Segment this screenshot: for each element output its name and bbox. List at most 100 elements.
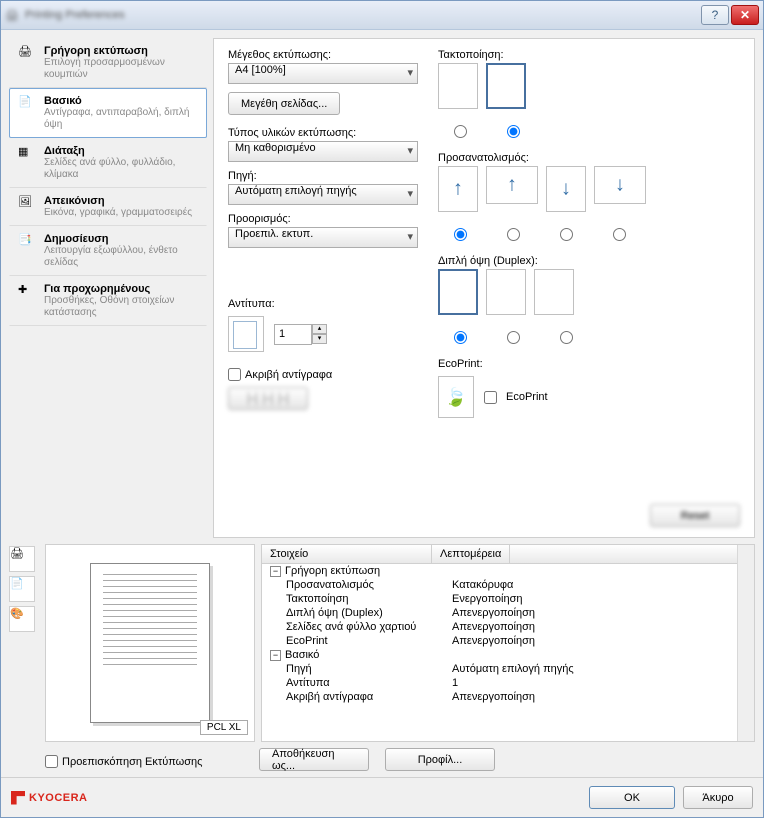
pcl-tag: PCL XL (200, 720, 248, 735)
orientation-radio-2[interactable] (507, 228, 520, 241)
collate-on-radio[interactable] (507, 125, 520, 138)
quick-print-icon: 🖨 (18, 45, 38, 65)
duplex-long-thumb[interactable] (486, 269, 526, 315)
sidebar-item-imaging[interactable]: 🖼 Απεικόνιση Εικόνα, γραφικά, γραμματοσε… (9, 188, 207, 226)
sidebar-title: Για προχωρημένους (44, 283, 198, 295)
exact-copies-label: Ακριβή αντίγραφα (245, 369, 332, 381)
profile-button[interactable]: Προφίλ... (385, 748, 495, 771)
details-col-detail: Λεπτομέρεια (432, 545, 510, 563)
source-select[interactable]: Αυτόματη επιλογή πηγής (228, 184, 418, 205)
portrait-thumb[interactable] (438, 166, 478, 212)
duplex-radio-2[interactable] (507, 331, 520, 344)
brand-logo: KYOCERA (11, 791, 88, 805)
sidebar-item-basic[interactable]: 📄 Βασικό Αντίγραφα, αντιπαραβολή, διπλή … (9, 88, 207, 138)
sidebar-desc: Αντίγραφα, αντιπαραβολή, διπλή όψη (44, 107, 198, 131)
portrait-flip-thumb[interactable] (546, 166, 586, 212)
spin-down[interactable]: ▾ (312, 334, 327, 344)
media-type-select[interactable]: Μη καθορισμένο (228, 141, 418, 162)
sidebar-item-quick-print[interactable]: 🖨 Γρήγορη εκτύπωση Επιλογή προσαρμοσμένω… (9, 38, 207, 88)
collate-copies-button[interactable]: ├┤├┤├┤ (228, 387, 308, 410)
ecoprint-checkbox-label: EcoPrint (506, 391, 548, 403)
preview-box: PCL XL (45, 544, 255, 742)
copies-label: Αντίτυπα: (228, 298, 418, 310)
layout-icon: ▦ (18, 145, 38, 165)
close-button[interactable]: ✕ (731, 5, 759, 25)
copies-spinner[interactable]: ▴ ▾ (274, 324, 328, 345)
media-type-label: Τύπος υλικών εκτύπωσης: (228, 127, 418, 139)
detail-row: ΠηγήΑυτόματη επιλογή πηγής (262, 662, 737, 676)
preview-mode-color[interactable]: 🎨 (9, 606, 35, 632)
duplex-label: Διπλή όψη (Duplex): (438, 255, 740, 267)
window-icon: 🖨 (5, 9, 19, 22)
orientation-radio-4[interactable] (613, 228, 626, 241)
sidebar-title: Δημοσίευση (44, 233, 198, 245)
preview-mode-page[interactable]: 📄 (9, 576, 35, 602)
destination-select[interactable]: Προεπιλ. εκτυπ. (228, 227, 418, 248)
duplex-radio-3[interactable] (560, 331, 573, 344)
sidebar-desc: Επιλογή προσαρμοσμένων κουμπιών (44, 57, 198, 81)
brand-text: KYOCERA (29, 792, 88, 804)
orientation-radio-1[interactable] (454, 228, 467, 241)
copies-icon (228, 316, 264, 352)
collate-off-radio[interactable] (454, 125, 467, 138)
ecoprint-checkbox[interactable] (484, 391, 497, 404)
sidebar: 🖨 Γρήγορη εκτύπωση Επιλογή προσαρμοσμένω… (9, 38, 207, 538)
duplex-off-thumb[interactable] (438, 269, 478, 315)
sidebar-desc: Εικόνα, γραφικά, γραμματοσειρές (44, 207, 192, 219)
scrollbar[interactable] (737, 545, 754, 741)
sidebar-title: Απεικόνιση (44, 195, 192, 207)
details-col-item: Στοιχείο (262, 545, 432, 563)
advanced-icon: ✚ (18, 283, 38, 303)
exact-copies-checkbox[interactable] (228, 368, 241, 381)
print-size-select[interactable]: A4 [100%] (228, 63, 418, 84)
detail-row: ΤακτοποίησηΕνεργοποίηση (262, 592, 737, 606)
destination-label: Προορισμός: (228, 213, 418, 225)
sidebar-item-advanced[interactable]: ✚ Για προχωρημένους Προσθήκες, Οθόνη στο… (9, 276, 207, 326)
landscape-flip-thumb[interactable] (594, 166, 646, 204)
detail-row: −Γρήγορη εκτύπωση (262, 564, 737, 578)
basic-icon: 📄 (18, 95, 38, 115)
landscape-thumb[interactable] (486, 166, 538, 204)
print-preview-label: Προεπισκόπηση Εκτύπωσης (62, 756, 202, 768)
detail-row: Ακριβή αντίγραφαΑπενεργοποίηση (262, 690, 737, 704)
collate-on-thumb[interactable] (486, 63, 526, 109)
brand-icon (11, 791, 25, 805)
imaging-icon: 🖼 (18, 195, 38, 215)
orientation-label: Προσανατολισμός: (438, 152, 740, 164)
preview-mode-printer[interactable]: 🖨 (9, 546, 35, 572)
collate-label: Τακτοποίηση: (438, 49, 740, 61)
source-label: Πηγή: (228, 170, 418, 182)
duplex-radio-1[interactable] (454, 331, 467, 344)
ecoprint-label: EcoPrint: (438, 358, 740, 370)
print-size-label: Μέγεθος εκτύπωσης: (228, 49, 418, 61)
ecoprint-icon: 🍃 (438, 376, 474, 418)
sidebar-item-publishing[interactable]: 📑 Δημοσίευση Λειτουργία εξωφύλλου, ένθετ… (9, 226, 207, 276)
save-as-button[interactable]: Αποθήκευση ως... (259, 748, 369, 771)
cancel-button[interactable]: Άκυρο (683, 786, 753, 809)
duplex-short-thumb[interactable] (534, 269, 574, 315)
details-table: Στοιχείο Λεπτομέρεια −Γρήγορη εκτύπωσηΠρ… (261, 544, 755, 742)
main-panel: Μέγεθος εκτύπωσης: A4 [100%] Μεγέθη σελί… (213, 38, 755, 538)
sidebar-item-layout[interactable]: ▦ Διάταξη Σελίδες ανά φύλλο, φυλλάδιο, κ… (9, 138, 207, 188)
detail-row: Σελίδες ανά φύλλο χαρτιούΑπενεργοποίηση (262, 620, 737, 634)
copies-input[interactable] (274, 324, 312, 345)
spin-up[interactable]: ▴ (312, 324, 327, 334)
detail-row: Αντίτυπα1 (262, 676, 737, 690)
help-button[interactable]: ? (701, 5, 729, 25)
page-sizes-button[interactable]: Μεγέθη σελίδας... (228, 92, 340, 115)
window: 🖨 Printing Preferences ? ✕ 🖨 Γρήγορη εκτ… (0, 0, 764, 818)
orientation-radio-3[interactable] (560, 228, 573, 241)
window-title: Printing Preferences (25, 9, 125, 21)
titlebar: 🖨 Printing Preferences ? ✕ (1, 1, 763, 30)
publishing-icon: 📑 (18, 233, 38, 253)
ok-button[interactable]: OK (589, 786, 675, 809)
sidebar-title: Διάταξη (44, 145, 198, 157)
collate-off-thumb[interactable] (438, 63, 478, 109)
detail-row: Διπλή όψη (Duplex)Απενεργοποίηση (262, 606, 737, 620)
sidebar-title: Βασικό (44, 95, 198, 107)
detail-row: ΠροσανατολισμόςΚατακόρυφα (262, 578, 737, 592)
print-preview-checkbox[interactable] (45, 755, 58, 768)
reset-button[interactable]: Reset (650, 504, 740, 527)
detail-row: EcoPrintΑπενεργοποίηση (262, 634, 737, 648)
page-preview (90, 563, 210, 723)
